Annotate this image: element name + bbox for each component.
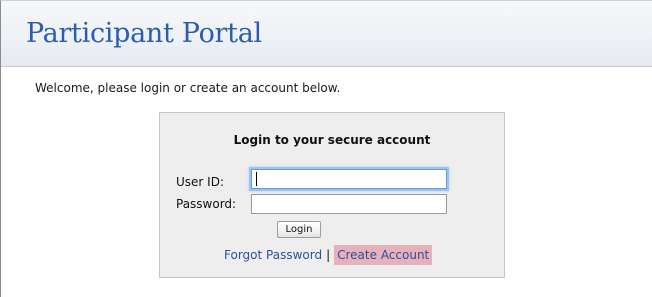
- create-account-link[interactable]: Create Account: [334, 245, 433, 265]
- page: Participant Portal Welcome, please login…: [0, 0, 652, 297]
- login-panel: Login to your secure account User ID: Pa…: [159, 112, 505, 278]
- link-separator: |: [326, 248, 331, 262]
- text-caret: [256, 172, 257, 186]
- page-header: Participant Portal: [1, 1, 652, 67]
- welcome-message: Welcome, please login or create an accou…: [35, 81, 341, 95]
- account-links: Forgot Password | Create Account: [224, 244, 433, 266]
- page-title: Participant Portal: [26, 18, 262, 49]
- user-id-label: User ID:: [176, 175, 224, 189]
- login-panel-heading: Login to your secure account: [233, 133, 431, 147]
- user-id-input[interactable]: [251, 169, 447, 189]
- forgot-password-link[interactable]: Forgot Password: [224, 248, 322, 262]
- login-button[interactable]: Login: [277, 221, 321, 238]
- password-label: Password:: [176, 197, 237, 211]
- password-input[interactable]: [251, 194, 447, 214]
